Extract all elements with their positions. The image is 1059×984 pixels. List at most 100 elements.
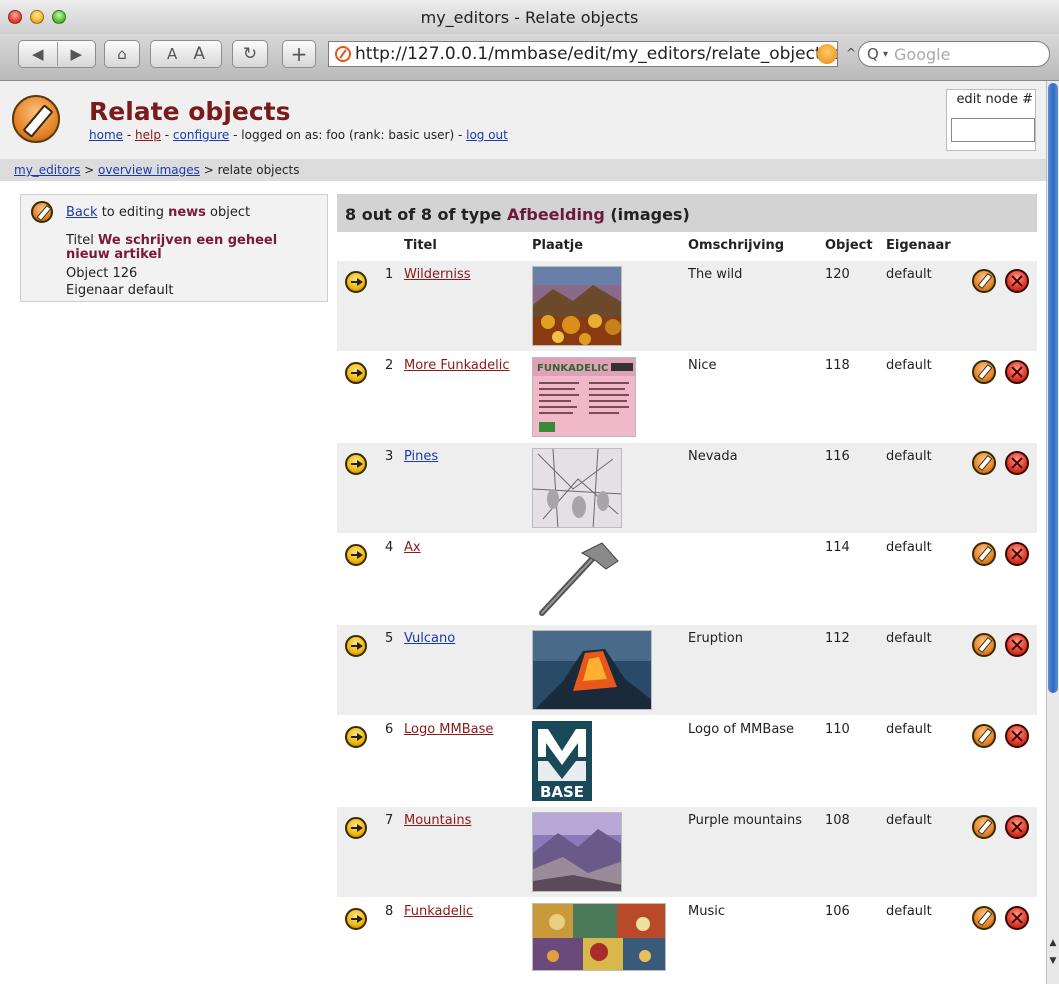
row-object-number: 106 (825, 904, 850, 919)
home-icon: ⌂ (117, 45, 127, 63)
relate-arrow-icon[interactable] (345, 635, 367, 657)
row-title-link[interactable]: More Funkadelic (404, 358, 510, 373)
back-icon[interactable]: ◀ (19, 45, 57, 63)
row-number: 3 (385, 449, 394, 464)
delete-icon[interactable] (1005, 269, 1029, 293)
reload-button[interactable]: ↻ (232, 40, 268, 68)
breadcrumb-overview-images[interactable]: overview images (98, 163, 200, 177)
row-title-link[interactable]: Vulcano (404, 631, 455, 646)
delete-icon[interactable] (1005, 542, 1029, 566)
table-row: 4 Ax 114 default (337, 534, 1037, 624)
pines-picture (533, 449, 621, 527)
row-number: 8 (385, 904, 394, 919)
page-content: Relate objects home - help - configure -… (0, 81, 1046, 984)
row-description: Logo of MMBase (688, 722, 795, 737)
configure-link[interactable]: configure (173, 128, 229, 142)
row-number: 5 (385, 631, 394, 646)
mmbase-logo-text: BASE (540, 783, 584, 801)
edit-icon[interactable] (972, 906, 996, 930)
relate-arrow-icon[interactable] (345, 726, 367, 748)
thumbnail-image[interactable]: BASE (532, 721, 592, 801)
edit-icon[interactable] (972, 269, 996, 293)
table-row: 3 Pines Nevada 116 default (337, 443, 1037, 533)
vertical-scrollbar[interactable]: ▲ ▼ (1046, 81, 1059, 984)
relate-arrow-icon[interactable] (345, 271, 367, 293)
delete-icon[interactable] (1005, 360, 1029, 384)
row-number: 2 (385, 358, 394, 373)
search-field[interactable]: Q ▾ Google (858, 41, 1050, 67)
column-header-object: Object (825, 238, 873, 253)
home-link[interactable]: home (89, 128, 123, 142)
logged-on-text: - logged on as: foo (rank: basic user) - (229, 128, 467, 142)
source-object-number: Object 126 (66, 266, 138, 281)
edit-icon[interactable] (972, 724, 996, 748)
relate-arrow-icon[interactable] (345, 544, 367, 566)
scroll-arrows[interactable]: ▲ ▼ (1047, 934, 1059, 974)
page-header: Relate objects home - help - configure -… (0, 81, 1046, 159)
thumbnail-image[interactable] (532, 903, 666, 971)
row-title-link[interactable]: Logo MMBase (404, 722, 493, 737)
delete-icon[interactable] (1005, 633, 1029, 657)
edit-node-label: edit node # (956, 92, 1033, 107)
column-header-plaatje: Plaatje (532, 238, 584, 253)
delete-icon[interactable] (1005, 815, 1029, 839)
relate-arrow-icon[interactable] (345, 453, 367, 475)
row-title-link[interactable]: Funkadelic (404, 904, 473, 919)
relate-arrow-icon[interactable] (345, 817, 367, 839)
row-title-link[interactable]: Wilderniss (404, 267, 471, 282)
row-number: 6 (385, 722, 394, 737)
thumbnail-image[interactable]: FUNKADELIC (532, 357, 636, 437)
edit-object-icon[interactable] (31, 201, 53, 223)
home-button[interactable]: ⌂ (104, 40, 140, 68)
logout-link[interactable]: log out (466, 128, 508, 142)
row-description: The wild (688, 267, 743, 282)
search-engine-caret-icon[interactable]: ▾ (883, 49, 888, 60)
delete-icon[interactable] (1005, 724, 1029, 748)
back-link[interactable]: Back (66, 205, 98, 220)
row-object-number: 108 (825, 813, 850, 828)
breadcrumb-separator: > (80, 163, 99, 177)
snapback-icon[interactable] (817, 44, 837, 64)
row-title-link[interactable]: Mountains (404, 813, 471, 828)
thumbnail-image[interactable] (532, 630, 652, 710)
relate-arrow-icon[interactable] (345, 362, 367, 384)
row-object-number: 110 (825, 722, 850, 737)
mmbase-logo-picture: BASE (532, 721, 592, 801)
edit-node-input[interactable] (951, 118, 1035, 142)
scrollbar-thumb[interactable] (1048, 83, 1058, 693)
row-object-number: 114 (825, 540, 850, 555)
row-description: Nevada (688, 449, 738, 464)
row-object-number: 112 (825, 631, 850, 646)
address-bar[interactable]: http://127.0.0.1/mmbase/edit/my_editors/… (328, 41, 838, 67)
delete-icon[interactable] (1005, 451, 1029, 475)
thumbnail-image[interactable] (532, 812, 622, 892)
back-forward-buttons: ◀ ▶ (18, 40, 96, 68)
address-dropdown-icon[interactable]: ^ (846, 46, 856, 60)
thumbnail-image[interactable] (532, 448, 622, 528)
breadcrumb: my_editors > overview images > relate ob… (0, 159, 1046, 181)
edit-icon[interactable] (972, 542, 996, 566)
edit-icon[interactable] (972, 815, 996, 839)
row-title-link[interactable]: Ax (404, 540, 421, 555)
volcano-picture (533, 631, 651, 709)
edit-icon[interactable] (972, 633, 996, 657)
table-row: 8 Funkadelic Music 106 default (337, 898, 1037, 984)
text-smaller-button[interactable]: A (159, 45, 185, 63)
relate-arrow-icon[interactable] (345, 908, 367, 930)
row-description: Eruption (688, 631, 743, 646)
edit-icon[interactable] (972, 360, 996, 384)
text-bigger-button[interactable]: A (185, 44, 213, 64)
forward-icon[interactable]: ▶ (57, 45, 95, 63)
row-number: 7 (385, 813, 394, 828)
table-row: 6 Logo MMBase BASE Logo of MMBase 110 de… (337, 716, 1037, 806)
edit-icon[interactable] (972, 451, 996, 475)
breadcrumb-my-editors[interactable]: my_editors (14, 163, 80, 177)
row-number: 1 (385, 267, 394, 282)
thumbnail-image[interactable] (532, 266, 622, 346)
delete-icon[interactable] (1005, 906, 1029, 930)
thumbnail-image[interactable] (532, 539, 622, 619)
row-owner: default (886, 813, 932, 828)
help-link[interactable]: help (135, 128, 161, 142)
row-title-link[interactable]: Pines (404, 449, 438, 464)
add-bookmark-button[interactable]: + (282, 40, 316, 68)
